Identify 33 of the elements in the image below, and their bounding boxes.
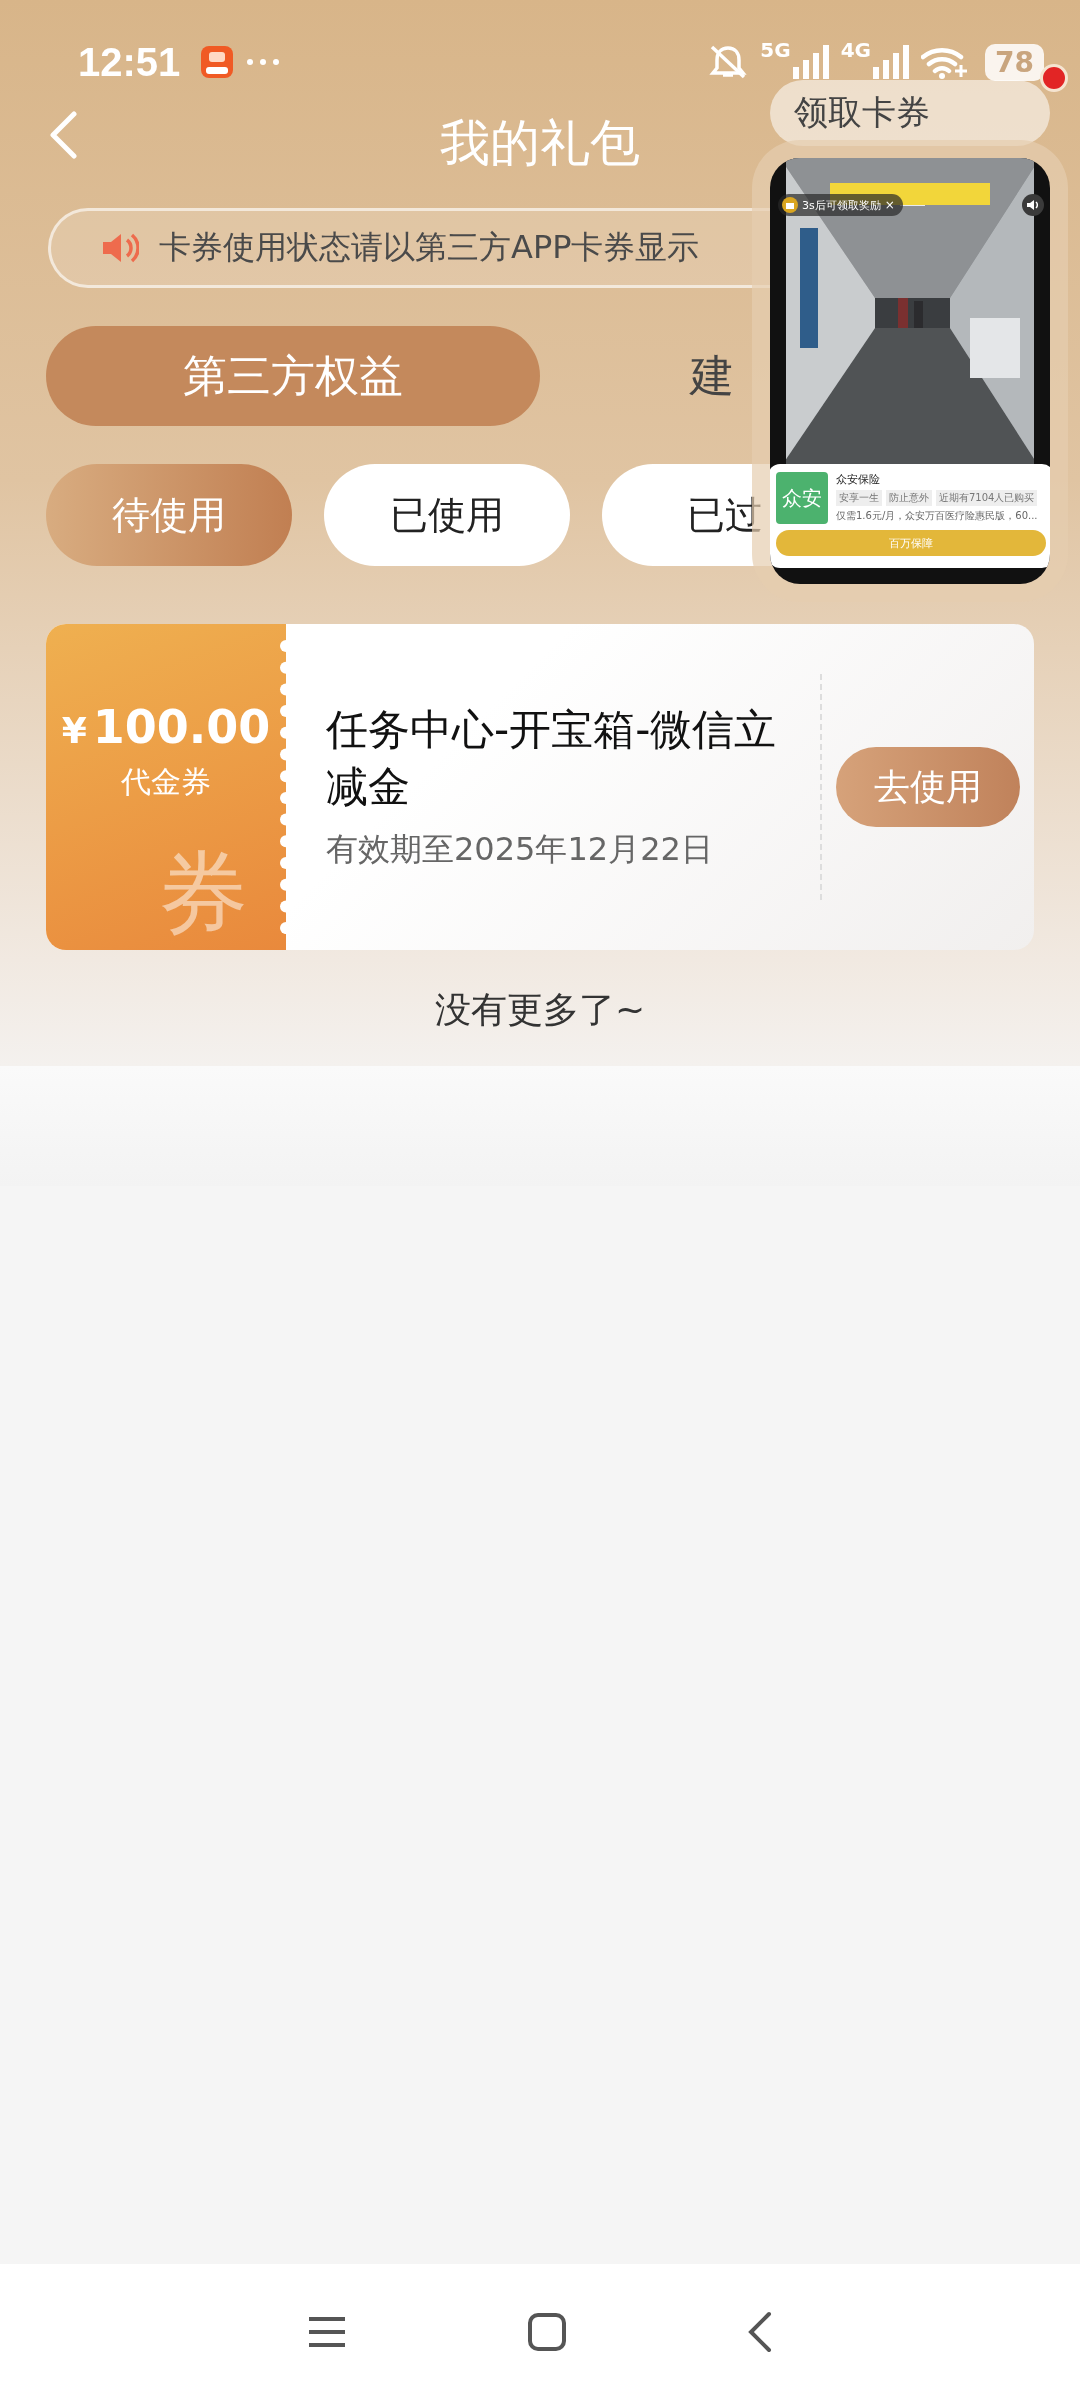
expiry-date: 有效期至2025年12月22日 <box>326 828 714 870</box>
speaker-icon[interactable] <box>1022 194 1044 216</box>
status-tab[interactable]: 已使用 <box>324 464 570 566</box>
app-icon <box>200 45 235 79</box>
coupon-type: 代金券 <box>121 763 211 801</box>
network-label: 5G <box>760 38 791 62</box>
more-icon <box>246 58 281 66</box>
end-of-list-text: 没有更多了~ <box>433 988 647 1032</box>
reward-text: 3s后可领取奖励 <box>802 197 881 213</box>
network-label: 4G <box>840 38 872 62</box>
menu-icon[interactable] <box>307 2315 347 2349</box>
battery-level: 78 <box>985 43 1044 81</box>
signal-icon <box>873 45 910 79</box>
wifi-icon <box>921 45 968 79</box>
coupon-amount: ¥100.00 <box>61 700 271 754</box>
watermark-text: 券 <box>158 848 248 938</box>
tag: 安享一生 <box>836 490 882 506</box>
brand-logo: 众安 <box>776 472 828 524</box>
status-time: 12:51 <box>78 39 181 85</box>
category-tab[interactable]: 建 <box>690 326 734 426</box>
close-icon[interactable]: × <box>884 198 895 212</box>
home-icon[interactable] <box>527 2312 567 2352</box>
tag: 近期有7104人已购买 <box>936 490 1038 506</box>
tag: 防止意外 <box>886 490 932 506</box>
back-icon[interactable] <box>747 2311 773 2353</box>
reward-countdown[interactable]: 3s后可领取奖励 × <box>778 194 903 216</box>
notice-text: 卡券使用状态请以第三方APP卡券显示 <box>159 227 700 268</box>
signal-icon <box>792 45 829 79</box>
speaker-icon <box>101 231 139 265</box>
mute-icon <box>708 44 749 80</box>
page-title: 我的礼包 <box>440 112 640 174</box>
gift-icon <box>782 197 798 213</box>
coupon-title: 任务中心-开宝箱-微信立减金 <box>326 704 778 813</box>
